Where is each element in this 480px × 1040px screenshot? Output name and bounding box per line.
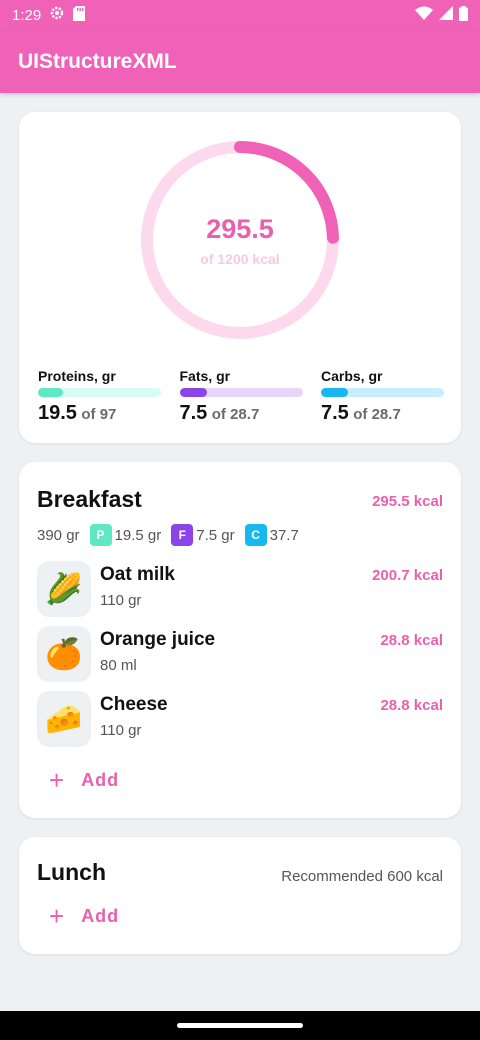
add-breakfast-button[interactable]: + Add: [49, 767, 119, 793]
food-item[interactable]: 🍊 Orange juice 80 ml 28.8 kcal: [37, 626, 443, 682]
meal-protein: 19.5 gr: [114, 526, 162, 544]
macro-fats: Fats, gr 7.5 of 28.7: [179, 368, 303, 425]
macro-target: of 97: [81, 406, 117, 423]
macro-label: Carbs, gr: [321, 368, 383, 384]
meal-title: Lunch: [37, 859, 106, 885]
app-title: UIStructureXML: [18, 49, 177, 73]
plus-icon: +: [49, 901, 66, 931]
meal-weight: 390 gr: [37, 526, 80, 544]
status-time: 1:29: [12, 6, 42, 24]
sd-card-icon: [73, 5, 86, 25]
protein-badge-icon: P: [89, 524, 112, 546]
macro-bar-fill: [179, 388, 207, 397]
food-kcal: 28.8 kcal: [380, 632, 443, 649]
macro-value: 7.5: [179, 402, 208, 424]
plus-icon: +: [49, 765, 66, 795]
battery-icon: [459, 5, 468, 25]
macro-proteins: Proteins, gr 19.5 of 97: [38, 368, 161, 425]
food-quantity: 110 gr: [100, 592, 142, 609]
macro-bar-proteins: [38, 388, 161, 397]
macros-row: Proteins, gr 19.5 of 97 Fats, gr 7.5 of …: [38, 368, 444, 425]
macro-label: Fats, gr: [179, 368, 231, 384]
status-bar: 1:29: [0, 0, 480, 30]
macro-bar-fats: [179, 388, 303, 397]
meal-carbs: 37.7: [269, 526, 299, 544]
system-nav-bar: [0, 1011, 480, 1040]
macro-bar-fill: [321, 388, 349, 397]
macro-label: Proteins, gr: [38, 368, 116, 384]
food-kcal: 28.8 kcal: [380, 697, 443, 714]
macro-target: of 28.7: [211, 406, 260, 423]
breakfast-card: Breakfast 295.5 kcal 390 gr P 19.5 gr F …: [19, 462, 461, 818]
corn-icon: 🌽: [37, 561, 91, 617]
meal-nutrition-row: 390 gr P 19.5 gr F 7.5 gr C 37.7: [37, 524, 309, 546]
calorie-progress-ring: 295.5 of 1200 kcal: [134, 134, 346, 346]
meal-kcal: 295.5 kcal: [372, 493, 443, 510]
add-label: Add: [81, 769, 120, 790]
food-quantity: 80 ml: [100, 657, 137, 674]
lunch-card: Lunch Recommended 600 kcal + Add: [19, 837, 461, 954]
macro-value: 7.5: [321, 402, 349, 424]
macro-bar-fill: [38, 388, 63, 397]
macro-target: of 28.7: [353, 406, 401, 423]
food-item[interactable]: 🧀 Cheese 110 gr 28.8 kcal: [37, 691, 443, 747]
macro-value: 19.5: [38, 402, 77, 424]
macro-carbs: Carbs, gr 7.5 of 28.7: [321, 368, 444, 425]
food-name: Orange juice: [100, 629, 216, 650]
cheese-icon: 🧀: [37, 691, 91, 747]
app-bar: UIStructureXML: [0, 30, 480, 93]
add-label: Add: [81, 905, 120, 926]
macro-bar-carbs: [321, 388, 444, 397]
orange-icon: 🍊: [37, 626, 91, 682]
meal-recommended: Recommended 600 kcal: [281, 868, 443, 885]
carbs-badge-icon: C: [244, 524, 267, 546]
food-quantity: 110 gr: [100, 722, 142, 739]
food-item[interactable]: 🌽 Oat milk 110 gr 200.7 kcal: [37, 561, 443, 617]
wifi-icon: [415, 6, 433, 24]
food-kcal: 200.7 kcal: [372, 567, 443, 584]
calories-target: of 1200 kcal: [200, 250, 280, 267]
cell-signal-icon: [439, 6, 453, 24]
food-name: Oat milk: [100, 564, 175, 585]
calories-consumed: 295.5: [206, 213, 274, 244]
daily-summary-card: 295.5 of 1200 kcal Proteins, gr 19.5 of …: [19, 112, 461, 443]
home-gesture-handle[interactable]: [177, 1023, 303, 1028]
fat-badge-icon: F: [171, 524, 194, 546]
add-lunch-button[interactable]: + Add: [49, 903, 119, 929]
meal-fat: 7.5 gr: [196, 526, 235, 544]
settings-gear-icon: [49, 5, 65, 25]
meal-title: Breakfast: [37, 486, 142, 512]
food-name: Cheese: [100, 694, 168, 715]
